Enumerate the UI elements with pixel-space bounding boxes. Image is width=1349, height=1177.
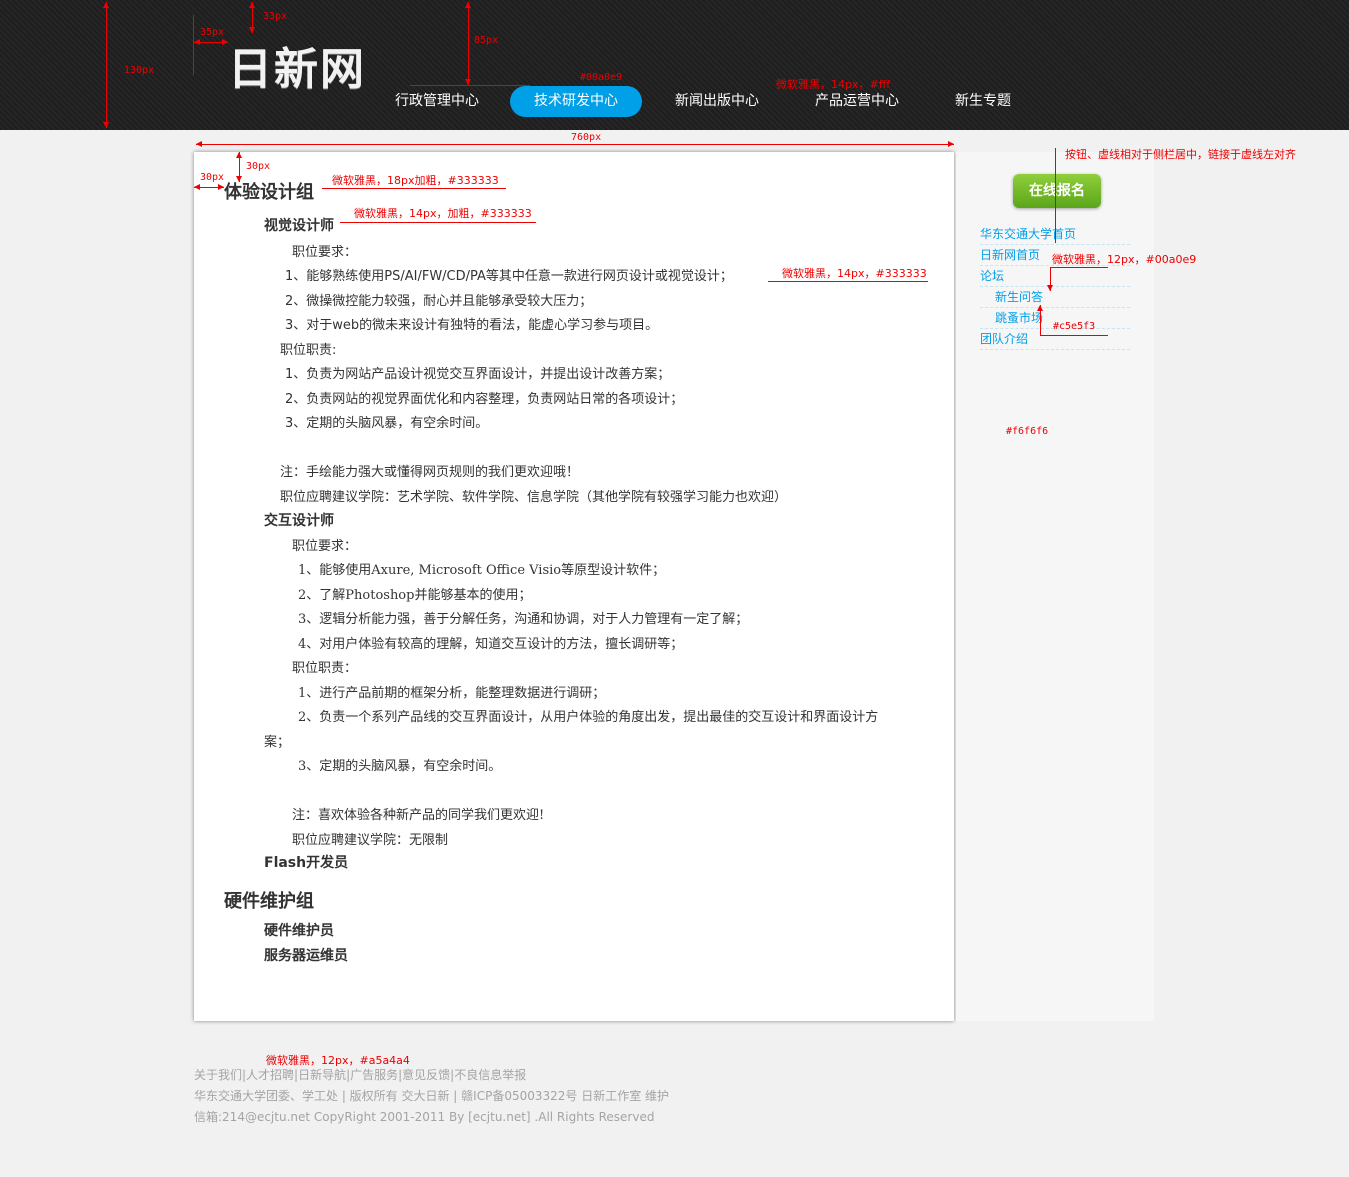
annotation-group-underline <box>322 188 506 189</box>
annotation-line-30-left <box>194 184 224 190</box>
visual-duty-3: 3、定期的头脑风暴，有空余时间。 <box>285 416 489 431</box>
sidebar-link-qa[interactable]: 新生问答 <box>980 287 1130 308</box>
annotation-line-130 <box>103 2 109 128</box>
role-title-flash: Flash开发员 <box>264 855 349 871</box>
annotation-nav-font: 微软雅黑，14px，#fff <box>776 78 891 91</box>
visual-req-1: 1、能够熟练使用PS/AI/FW/CD/PA等其中任意一款进行网页设计或视觉设计… <box>285 269 733 284</box>
annotation-35: 35px <box>200 27 225 38</box>
nav-item-admin[interactable]: 行政管理中心 <box>382 86 492 117</box>
interaction-duty-label: 职位职责： <box>292 661 358 676</box>
annotation-dash-underline <box>1040 335 1108 336</box>
interaction-duty-2: 2、负责一个系列产品线的交互界面设计，从用户体验的角度出发，提出最佳的交互设计和… <box>298 710 879 725</box>
annotation-33: 33px <box>263 11 288 22</box>
annotation-text-font: 微软雅黑，14px，#333333 <box>782 267 927 280</box>
interaction-note: 注：喜欢体验各种新产品的同学我们更欢迎! <box>292 808 545 823</box>
annotation-85: 85px <box>474 35 499 46</box>
annotation-link-underline <box>1050 267 1108 268</box>
interaction-req-1: 1、能够使用Axure, Microsoft Office Visio等原型设计… <box>298 563 666 578</box>
nav-item-news[interactable]: 新闻出版中心 <box>662 86 772 117</box>
annotation-role-font: 微软雅黑，14px，加粗，#333333 <box>354 207 532 220</box>
site-logo[interactable]: 日新网 <box>228 33 366 97</box>
visual-duty-1: 1、负责为网站产品设计视觉交互界面设计，并提出设计改善方案； <box>285 367 671 382</box>
role-title-hardware: 硬件维护员 <box>264 923 334 939</box>
annotation-guide-left <box>193 15 194 75</box>
footer-contact: 信箱:214@ecjtu.net CopyRight 2001-2011 By … <box>194 1110 655 1124</box>
annotation-role-underline <box>340 222 536 223</box>
annotation-30-left: 30px <box>200 172 225 183</box>
annotation-nav-color: #00a0e9 <box>580 72 623 83</box>
footer-copyright: 华东交通大学团委、学工处 | 版权所有 交大日新 | 赣ICP备05003322… <box>194 1089 670 1103</box>
annotation-link-font: 微软雅黑，12px，#00a0e9 <box>1052 253 1197 266</box>
annotation-dash-arrow <box>1037 305 1043 335</box>
annotation-line-760 <box>196 141 954 147</box>
visual-note: 注：手绘能力强大或懂得网页规则的我们更欢迎哦！ <box>280 465 580 480</box>
annotation-130: 130px <box>124 65 155 76</box>
visual-req-3: 3、对于web的微未来设计有独特的看法，能虚心学习参与项目。 <box>285 318 659 333</box>
interaction-req-2: 2、了解Photoshop并能够基本的使用； <box>298 588 532 603</box>
annotation-text-underline <box>768 281 928 282</box>
interaction-req-3: 3、逻辑分析能力强，善于分解任务，沟通和协调，对于人力管理有一定了解； <box>298 612 749 627</box>
interaction-duty-1: 1、进行产品前期的框架分析，能整理数据进行调研； <box>298 686 606 701</box>
header: 日新网 行政管理中心 技术研发中心 新闻出版中心 产品运营中心 新生专题 <box>0 0 1349 130</box>
visual-duty-label: 职位职责: <box>280 343 337 358</box>
annotation-line-30-top <box>236 152 242 182</box>
nav-item-tech[interactable]: 技术研发中心 <box>510 86 642 117</box>
annotation-line-33 <box>249 2 255 33</box>
interaction-duty-3: 3、定期的头脑风暴，有空余时间。 <box>298 759 502 774</box>
annotation-dash-color: #c5e5f3 <box>1053 321 1096 332</box>
interaction-req-4: 4、对用户体验有较高的理解，知道交互设计的方法，擅长调研等； <box>298 637 684 652</box>
visual-college: 职位应聘建议学院：艺术学院、软件学院、信息学院（其他学院有较强学习能力也欢迎） <box>280 490 788 505</box>
role-title-server: 服务器运维员 <box>264 948 348 964</box>
annotation-baseline <box>410 85 530 86</box>
interaction-college: 职位应聘建议学院：无限制 <box>292 833 449 848</box>
annotation-sidebar-center <box>1055 148 1056 243</box>
apply-online-button[interactable]: 在线报名 <box>1013 174 1101 208</box>
interaction-req-label: 职位要求： <box>292 539 358 554</box>
footer-links[interactable]: 关于我们|人才招聘|日新导航|广告服务|意见反馈|不良信息举报 <box>194 1066 526 1083</box>
annotation-group-font: 微软雅黑，18px加粗，#333333 <box>332 174 499 187</box>
annotation-sidebar-bg: #f6f6f6 <box>1006 426 1049 437</box>
visual-duty-2: 2、负责网站的视觉界面优化和内容整理，负责网站日常的各项设计； <box>285 392 684 407</box>
interaction-duty-2-cont: 案； <box>264 735 291 750</box>
annotation-760: 760px <box>571 132 602 143</box>
role-title-interaction: 交互设计师 <box>264 513 334 529</box>
sidebar-link-team[interactable]: 团队介绍 <box>980 329 1130 350</box>
visual-req-label: 职位要求： <box>292 245 358 260</box>
annotation-line-35 <box>194 39 228 45</box>
nav-item-freshman[interactable]: 新生专题 <box>938 86 1028 117</box>
annotation-link-arrow <box>1047 267 1053 291</box>
annotation-footer-font: 微软雅黑，12px，#a5a4a4 <box>266 1054 410 1067</box>
visual-req-2: 2、微操微控能力较强，耐心并且能够承受较大压力； <box>285 294 593 309</box>
annotation-30-top: 30px <box>246 161 271 172</box>
role-title-visual: 视觉设计师 <box>264 218 334 234</box>
annotation-line-85 <box>465 2 471 85</box>
group-title-hardware: 硬件维护组 <box>224 891 314 912</box>
sidebar-link-forum[interactable]: 论坛 <box>980 266 1130 287</box>
annotation-sidebar-note: 按钮、虚线相对于侧栏居中，链接于虚线左对齐 <box>1065 148 1296 161</box>
